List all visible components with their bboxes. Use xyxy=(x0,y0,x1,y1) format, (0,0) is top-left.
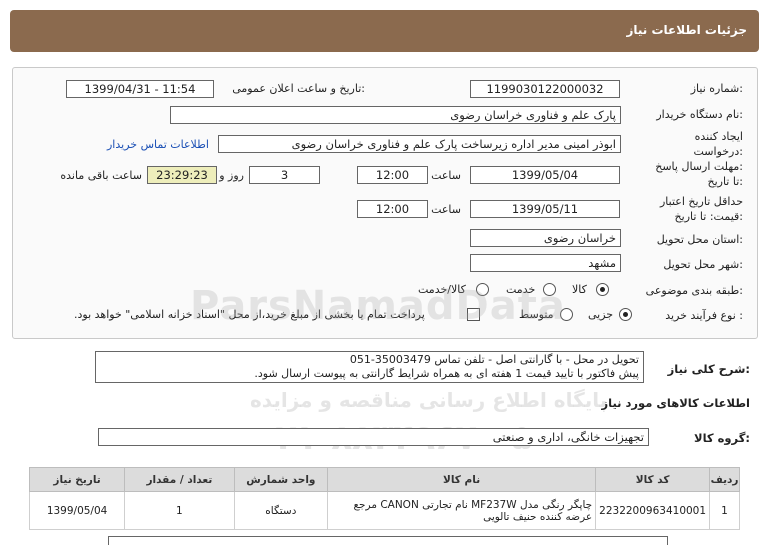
announce-date-field: 1399/04/31 - 11:54 xyxy=(66,80,214,98)
description-label: شرح کلی نیاز: xyxy=(667,362,750,376)
goods-table-header: ردیف کد کالا نام کالا واحد شمارش تعداد /… xyxy=(28,467,740,492)
deadline-date-field: 1399/05/04 xyxy=(470,166,620,184)
creator-label: ایجاد کننده xyxy=(694,130,743,143)
bottom-partial-box xyxy=(108,536,668,545)
goods-group-label: گروه کالا: xyxy=(694,431,750,445)
watermark-brand: ParsNamadData xyxy=(190,283,566,329)
cell-row: 1 xyxy=(709,491,740,530)
deadline-time-field: 12:00 xyxy=(357,166,428,184)
city-field: مشهد xyxy=(470,254,621,272)
process-option-minor: جزیی xyxy=(588,308,614,321)
cell-date: 1399/05/04 xyxy=(28,491,126,530)
validity-date-field: 1399/05/11 xyxy=(470,200,620,218)
cell-qty: 1 xyxy=(124,491,235,530)
description-line-1: تحویل در محل - با گارانتی اصل - تلفن تما… xyxy=(349,353,639,366)
goods-table: ردیف کد کالا نام کالا واحد شمارش تعداد /… xyxy=(28,467,740,530)
col-row: ردیف xyxy=(709,467,740,492)
need-number-field: 1199030122000032 xyxy=(470,80,620,98)
deadline-time-label: ساعت xyxy=(431,169,461,182)
category-option-goods: کالا xyxy=(572,283,587,296)
announce-date-label: تاریخ و ساعت اعلان عمومی: xyxy=(232,82,365,95)
remaining-time-field: 23:29:23 xyxy=(147,166,217,184)
col-name: نام کالا xyxy=(327,467,597,492)
province-field: خراسان رضوی xyxy=(470,229,621,247)
cell-unit: دستگاه xyxy=(233,491,329,530)
goods-group-field: تجهیزات خانگی، اداری و صنعتی xyxy=(98,428,649,446)
days-remaining-field: 3 xyxy=(249,166,320,184)
table-row: 1 2232200963410001 چاپگر رنگی مدل MF237W… xyxy=(28,491,740,530)
col-qty: تعداد / مقدار xyxy=(124,467,235,492)
province-label: استان محل تحویل: xyxy=(656,233,743,246)
validity-label-2: قیمت: تا تاریخ: xyxy=(674,210,743,223)
col-date: تاریخ نیاز xyxy=(28,467,126,492)
cell-code: 2232200963410001 xyxy=(595,491,711,530)
watermark-subtitle: پایگاه اطلاع رسانی مناقصه و مزایده xyxy=(250,388,608,412)
page-header: جزئیات اطلاعات نیاز xyxy=(10,10,759,52)
col-unit: واحد شمارش xyxy=(233,467,329,492)
validity-label: حداقل تاریخ اعتبار xyxy=(659,195,743,208)
buyer-org-label: نام دستگاه خریدار: xyxy=(656,108,743,121)
need-number-label: شماره نیاز: xyxy=(690,82,743,95)
category-radio-goods[interactable] xyxy=(596,283,609,296)
buyer-org-field: پارک علم و فناوری خراسان رضوی xyxy=(170,106,621,124)
remaining-time-label: ساعت باقی مانده xyxy=(60,169,142,182)
process-radio-minor[interactable] xyxy=(619,308,632,321)
days-label: روز و xyxy=(219,169,244,182)
process-label: نوع فرآیند خرید : xyxy=(665,309,743,322)
creator-label-2: درخواست: xyxy=(693,145,744,158)
city-label: شهر محل تحویل: xyxy=(663,258,743,271)
buyer-contact-link[interactable]: اطلاعات تماس خریدار xyxy=(107,138,209,151)
col-code: کد کالا xyxy=(595,467,711,492)
deadline-label: مهلت ارسال پاسخ: xyxy=(655,160,743,173)
description-box: تحویل در محل - با گارانتی اصل - تلفن تما… xyxy=(95,351,644,383)
cell-name: چاپگر رنگی مدل MF237W نام تجارتی CANON م… xyxy=(327,491,597,530)
description-line-2: پیش فاکتور با تایید قیمت 1 هفته ای به هم… xyxy=(254,367,639,380)
creator-field: ابوذر امینی مدیر اداره زیرساخت پارک علم … xyxy=(218,135,621,153)
deadline-label-2: تا تاریخ: xyxy=(707,175,743,188)
category-label: طبقه بندی موضوعی: xyxy=(645,284,743,297)
goods-section-title: اطلاعات کالاهای مورد نیاز xyxy=(601,396,750,410)
page-title: جزئیات اطلاعات نیاز xyxy=(626,23,747,37)
validity-time-field: 12:00 xyxy=(357,200,428,218)
validity-time-label: ساعت xyxy=(431,203,461,216)
